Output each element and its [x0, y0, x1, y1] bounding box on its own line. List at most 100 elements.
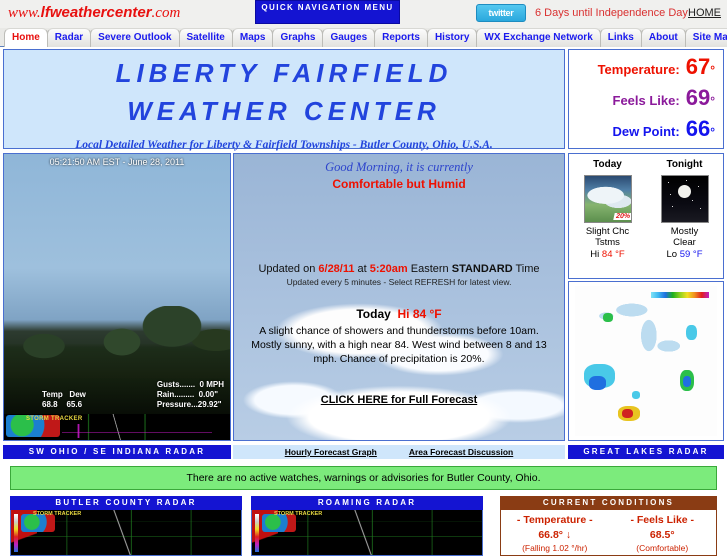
current-condition-cell: - Feels Like - 68.5° (Comfortable) — [609, 510, 717, 555]
great-lakes-map — [575, 286, 717, 436]
radar-color-scale — [14, 514, 18, 552]
site-title-banner: LIBERTY FAIRFIELD WEATHER CENTER Local D… — [3, 49, 565, 151]
great-lakes-radar-caption: GREAT LAKES RADAR — [568, 445, 724, 459]
star-dot — [699, 208, 701, 209]
star-dot — [669, 194, 671, 195]
star-dot — [671, 206, 673, 207]
forecast-temp-value: 59 °F — [679, 249, 703, 260]
forecast-day-label: Tonight — [666, 159, 703, 170]
tab-links[interactable]: Links — [599, 28, 642, 47]
tab-severe-outlook[interactable]: Severe Outlook — [90, 28, 180, 47]
stat-value: 69 — [685, 85, 711, 110]
tab-radar[interactable]: Radar — [46, 28, 92, 47]
stat-label: Dew Point: — [612, 124, 680, 139]
radar-echo — [621, 409, 634, 418]
radar-color-scale — [255, 514, 259, 552]
tab-wx-exchange-network[interactable]: WX Exchange Network — [476, 28, 601, 47]
updated-date: 6/28/11 — [318, 263, 355, 275]
stat-row: Dew Point: 66 ° — [569, 118, 715, 149]
quick-navigation-menu-button[interactable]: QUICK NAVIGATION MENU — [255, 0, 400, 24]
weather-alert-banner: There are no active watches, warnings or… — [10, 466, 717, 490]
radar-panel[interactable]: BUTLER COUNTY RADAR STORM TRACKER — [10, 496, 242, 558]
current-condition-title: - Temperature - — [516, 514, 593, 526]
precip-chance-badge: 20% — [613, 213, 632, 220]
forecast-desc-line1: Slight Chc — [585, 226, 630, 237]
twitter-button[interactable]: twitter — [476, 4, 526, 22]
radar-panel-image[interactable]: STORM TRACKER — [251, 510, 483, 556]
radar-color-scale — [651, 292, 709, 298]
webcam-wind-rain-pressure-overlay: Gusts....... 0 MPH Rain......... 0.00" P… — [156, 380, 224, 409]
radar-echo — [685, 325, 698, 340]
current-condition-text: Comfortable but Humid — [332, 177, 466, 191]
webcam-timestamp: 05:21:50 AM EST - June 28, 2011 — [49, 157, 185, 167]
main-navigation-tabs: Home Radar Severe Outlook Satellite Maps Grap… — [0, 28, 727, 48]
radar-echo — [603, 313, 614, 322]
tab-site-map[interactable]: Site Map — [684, 28, 727, 47]
forecast-description: A slight chance of showers and thunderst… — [251, 325, 547, 365]
banner-area: LIBERTY FAIRFIELD WEATHER CENTER Local D… — [0, 47, 727, 153]
hourly-forecast-graph-link[interactable]: Hourly Forecast Graph — [285, 447, 377, 457]
stat-value: 67 — [685, 54, 711, 79]
forecast-temp-prefix: Hi — [590, 249, 602, 260]
site-title-line1: LIBERTY FAIRFIELD — [115, 58, 453, 88]
radar-panel-image[interactable]: STORM TRACKER — [10, 510, 242, 556]
storm-tracker-label: STORM TRACKER — [274, 511, 323, 517]
great-lakes-radar-image[interactable] — [568, 281, 724, 441]
current-condition-value: 68.5° — [649, 529, 675, 541]
tab-satellite[interactable]: Satellite — [178, 28, 233, 47]
moon-shape — [677, 185, 691, 198]
webcam-panel[interactable]: 05:21:50 AM EST - June 28, 2011 Temp Dew… — [3, 153, 231, 441]
current-conditions-header: CURRENT CONDITIONS — [500, 496, 717, 510]
current-condition-note: (Comfortable) — [636, 543, 689, 553]
tab-reports[interactable]: Reports — [374, 28, 428, 47]
storm-tracker-label: STORM TRACKER — [33, 511, 82, 517]
radar-county-lines — [62, 424, 212, 438]
site-url: www.lfweathercenter.com — [8, 4, 180, 22]
right-column: Today 20% Slight Chc Tstms Hi 84 °F Tonight Mo… — [568, 153, 724, 441]
current-condition-value: 66.8° ↓ — [538, 529, 572, 541]
area-forecast-discussion-link[interactable]: Area Forecast Discussion — [409, 447, 513, 457]
bottom-panels: BUTLER COUNTY RADAR STORM TRACKER ROAMING … — [0, 496, 727, 558]
home-link[interactable]: HOME — [688, 7, 721, 19]
star-dot — [697, 186, 699, 187]
forecast-desc-line2: Tstms — [595, 237, 620, 248]
forecast-temp-value: 84 °F — [601, 249, 625, 260]
full-forecast-link[interactable]: CLICK HERE for Full Forecast — [234, 394, 564, 406]
webcam-treeline — [4, 306, 230, 378]
tab-graphs[interactable]: Graphs — [272, 28, 324, 47]
forecast-temp: Hi 84 °F — [569, 248, 646, 260]
updated-zone-post: Time — [512, 263, 540, 275]
forecast-links-strip: Hourly Forecast Graph Area Forecast Discu… — [233, 445, 565, 459]
tab-history[interactable]: History — [426, 28, 478, 47]
stat-label: Temperature: — [597, 62, 680, 77]
tab-about[interactable]: About — [640, 28, 686, 47]
radar-panel-header: ROAMING RADAR — [251, 496, 483, 510]
updated-time: 5:20am — [369, 263, 408, 275]
radar-echo — [631, 391, 641, 399]
storm-tracker-label: STORM TRACKER — [26, 416, 83, 422]
forecast-cell: Tonight Mostly Clear Lo 59 °F — [646, 154, 723, 278]
stat-degree-symbol: ° — [710, 94, 715, 108]
stat-degree-symbol: ° — [710, 63, 715, 77]
site-subtitle: Local Detailed Weather for Liberty & Fai… — [75, 139, 493, 151]
radar-echo — [682, 376, 692, 387]
current-stats-panel: Temperature: 67 ° Feels Like: 69 ° Dew Point: 6… — [568, 49, 724, 149]
star-dot — [691, 200, 693, 201]
radar-panel[interactable]: ROAMING RADAR STORM TRACKER — [251, 496, 483, 558]
site-url-prefix: www. — [8, 5, 41, 21]
site-title-line2: WEATHER CENTER — [127, 96, 441, 126]
stat-value: 66 — [685, 116, 711, 141]
tab-gauges[interactable]: Gauges — [322, 28, 376, 47]
updated-zone-pre: Eastern — [407, 263, 452, 275]
tab-home[interactable]: Home — [4, 28, 48, 48]
stat-row: Temperature: 67 ° — [569, 56, 715, 87]
two-day-forecast-box: Today 20% Slight Chc Tstms Hi 84 °F Tonight Mo… — [568, 153, 724, 279]
radar-panel-header: BUTLER COUNTY RADAR — [10, 496, 242, 510]
forecast-desc-line1: Mostly — [670, 226, 699, 237]
forecast-panel: Good Morning, it is currently Comfortabl… — [233, 153, 565, 441]
forecast-desc-line2: Clear — [673, 237, 696, 248]
tab-maps[interactable]: Maps — [231, 28, 274, 47]
updated-zone-bold: STANDARD — [451, 263, 513, 275]
current-conditions-panel: CURRENT CONDITIONS - Temperature - 66.8° ↓… — [500, 496, 717, 558]
sw-ohio-radar-caption: SW OHIO / SE INDIANA RADAR — [3, 445, 231, 459]
